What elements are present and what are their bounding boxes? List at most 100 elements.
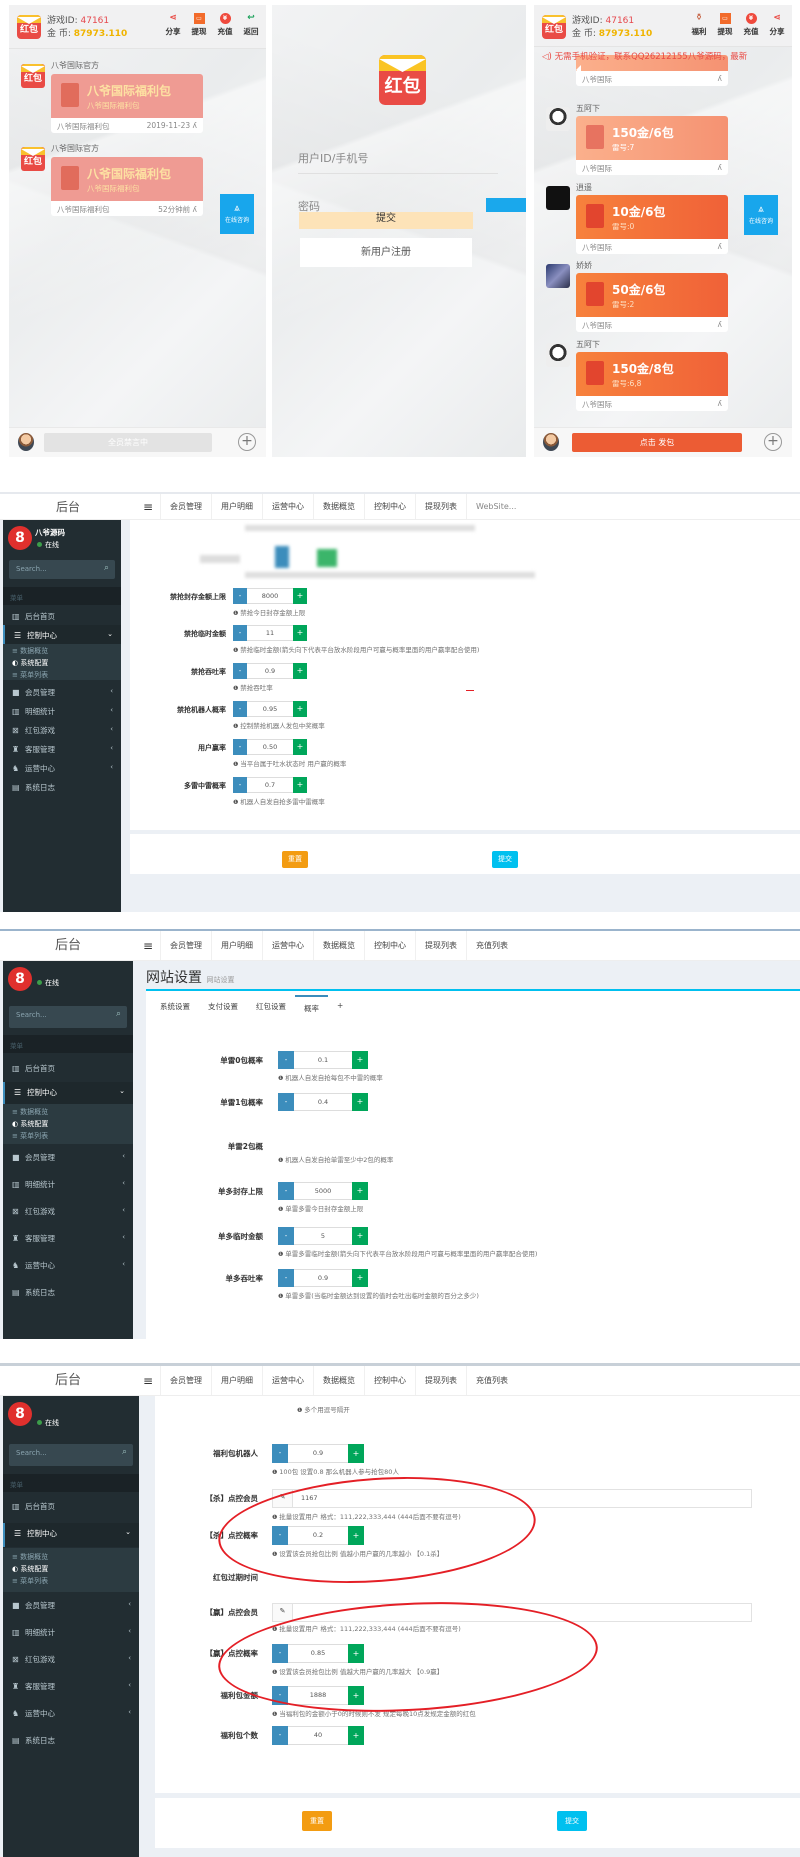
increment-button[interactable]: +	[352, 1051, 368, 1069]
red-packet-card[interactable]: 八爷国际福利包 八爷国际福利包 八爷国际福利包 52分钟前 ʎ	[51, 157, 203, 216]
menu-toggle-icon[interactable]: ≡	[136, 1366, 160, 1395]
red-packet-card[interactable]: 150金/8包 雷号:6,8 八爷国际 ʎ	[576, 352, 728, 411]
user-avatar[interactable]	[18, 433, 34, 451]
sidebar-search-input[interactable]: Search... ⌕	[9, 1444, 133, 1466]
nav-item[interactable]: 提现列表	[415, 494, 466, 519]
tab-payment[interactable]: 支付设置	[199, 995, 247, 1019]
menu-toggle-icon[interactable]: ≡	[136, 494, 160, 519]
stepper-value-input[interactable]: 40	[288, 1726, 348, 1745]
increment-button[interactable]: +	[293, 701, 307, 717]
stepper-value-input[interactable]: 0.4	[294, 1093, 352, 1111]
decrement-button[interactable]: -	[278, 1227, 294, 1245]
submit-button[interactable]: 提交	[557, 1811, 587, 1831]
sidebar-item-logs[interactable]: ▤ 系统日志	[3, 777, 121, 796]
sidebar-item-members[interactable]: ■ 会员管理 ‹	[3, 1147, 133, 1169]
sidebar-item-games[interactable]: ⊠ 红包游戏 ‹	[3, 1649, 139, 1673]
nav-item[interactable]: 用户明细	[211, 1366, 262, 1395]
sidebar-item-ops[interactable]: ♞ 运营中心 ‹	[3, 1255, 133, 1277]
stepper-value-input[interactable]: 5	[294, 1227, 352, 1245]
increment-button[interactable]: +	[348, 1444, 364, 1463]
sidebar-item-stats[interactable]: ▥ 明细统计 ‹	[3, 1174, 133, 1196]
decrement-button[interactable]: -	[233, 701, 247, 717]
decrement-button[interactable]: -	[233, 625, 247, 641]
nav-item[interactable]: 控制中心	[364, 931, 415, 960]
submenu-item[interactable]: ≡ 菜单列表	[3, 669, 121, 681]
share-button[interactable]: ⋖ 分享	[768, 13, 786, 37]
sidebar-item-games[interactable]: ⊠ 红包游戏 ‹	[3, 1201, 133, 1223]
stepper-value-input[interactable]: 0.50	[247, 739, 293, 755]
nav-item[interactable]: 控制中心	[364, 1366, 415, 1395]
stepper-value-input[interactable]: 5000	[294, 1182, 352, 1200]
nav-item[interactable]: 充值列表	[466, 1366, 517, 1395]
increment-button[interactable]: +	[352, 1269, 368, 1287]
submenu-item-active[interactable]: ◐ 系统配置	[3, 1563, 139, 1575]
nav-item[interactable]: 用户明细	[211, 931, 262, 960]
nav-item[interactable]: 数据概览	[313, 1366, 364, 1395]
nav-item[interactable]: 运营中心	[262, 931, 313, 960]
sidebar-item-stats[interactable]: ▥ 明细统计 ‹	[3, 1622, 139, 1646]
increment-button[interactable]: +	[293, 739, 307, 755]
decrement-button[interactable]: -	[278, 1051, 294, 1069]
send-packet-button[interactable]: 点击 发包	[572, 433, 742, 452]
increment-button[interactable]: +	[293, 588, 307, 604]
decrement-button[interactable]: -	[233, 777, 247, 793]
nav-item[interactable]: 会员管理	[160, 1366, 211, 1395]
stepper-value-input[interactable]: 8000	[247, 588, 293, 604]
submenu-item-active[interactable]: ◐ 系统配置	[3, 1118, 133, 1130]
share-button[interactable]: ⋖ 分享	[164, 13, 182, 37]
stepper-value-input[interactable]: 0.9	[247, 663, 293, 679]
nav-item[interactable]: 提现列表	[415, 931, 466, 960]
nav-item[interactable]: 会员管理	[160, 494, 211, 519]
sidebar-item-service[interactable]: ♜ 客服管理 ‹	[3, 1676, 139, 1700]
decrement-button[interactable]: -	[233, 739, 247, 755]
decrement-button[interactable]: -	[233, 663, 247, 679]
stepper-value-input[interactable]: 0.7	[247, 777, 293, 793]
reset-button[interactable]: 重置	[282, 851, 308, 868]
nav-item[interactable]: WebSite...	[466, 494, 525, 519]
submenu-item[interactable]: ≡ 数据概览	[3, 1106, 133, 1118]
online-consult-button[interactable]: ⩓ 在线咨询	[744, 195, 778, 235]
sidebar-item-games[interactable]: ⊠ 红包游戏 ‹	[3, 720, 121, 739]
nav-item[interactable]: 数据概览	[313, 931, 364, 960]
sidebar-item-home[interactable]: ▥ 后台首页	[3, 1058, 133, 1080]
menu-toggle-icon[interactable]: ≡	[136, 931, 160, 960]
increment-button[interactable]: +	[348, 1726, 364, 1745]
sidebar-item-control[interactable]: ☰ 控制中心 ⌄	[3, 1082, 133, 1104]
online-consult-button[interactable]: ⩓ 在线咨询	[220, 194, 254, 234]
stepper-value-input[interactable]: 11	[247, 625, 293, 641]
sidebar-item-ops[interactable]: ♞ 运营中心 ‹	[3, 1703, 139, 1727]
stepper-value-input[interactable]: 0.95	[247, 701, 293, 717]
submenu-item-active[interactable]: ◐ 系统配置	[3, 657, 121, 669]
sidebar-item-control[interactable]: ☰ 控制中心 ⌄	[3, 625, 121, 644]
sidebar-item-home[interactable]: ▥ 后台首页	[3, 1496, 139, 1520]
submenu-item[interactable]: ≡ 菜单列表	[3, 1130, 133, 1142]
nav-item[interactable]: 充值列表	[466, 931, 517, 960]
sidebar-item-service[interactable]: ♜ 客服管理 ‹	[3, 739, 121, 758]
submenu-item[interactable]: ≡ 菜单列表	[3, 1575, 139, 1587]
tab-add[interactable]: +	[328, 995, 352, 1019]
sidebar-item-control[interactable]: ☰ 控制中心 ⌄	[3, 1523, 139, 1547]
plus-icon[interactable]: +	[764, 433, 782, 451]
decrement-button[interactable]: -	[278, 1182, 294, 1200]
sidebar-item-ops[interactable]: ♞ 运营中心 ‹	[3, 758, 121, 777]
nav-item[interactable]: 数据概览	[313, 494, 364, 519]
recharge-button[interactable]: ¥ 充值	[216, 13, 234, 37]
increment-button[interactable]: +	[293, 663, 307, 679]
register-button[interactable]: 新用户注册	[300, 238, 472, 267]
withdraw-button[interactable]: ▭ 提现	[716, 13, 734, 37]
tab-system[interactable]: 系统设置	[151, 995, 199, 1019]
withdraw-button[interactable]: ▭ 提现	[190, 13, 208, 37]
sidebar-item-service[interactable]: ♜ 客服管理 ‹	[3, 1228, 133, 1250]
increment-button[interactable]: +	[293, 625, 307, 641]
search-icon[interactable]: ⌕	[116, 1009, 121, 1019]
sidebar-item-stats[interactable]: ▥ 明细统计 ‹	[3, 701, 121, 720]
back-button[interactable]: ↩ 返回	[242, 13, 260, 37]
nav-item[interactable]: 控制中心	[364, 494, 415, 519]
stepper-value-input[interactable]: 0.9	[288, 1444, 348, 1463]
sidebar-search-input[interactable]: Search... ⌕	[9, 560, 115, 579]
decrement-button[interactable]: -	[278, 1269, 294, 1287]
red-packet-card[interactable]: 50金/6包 雷号:2 八爷国际 ʎ	[576, 273, 728, 332]
nav-item[interactable]: 提现列表	[415, 1366, 466, 1395]
search-icon[interactable]: ⌕	[104, 563, 109, 573]
submenu-item[interactable]: ≡ 数据概览	[3, 1551, 139, 1563]
